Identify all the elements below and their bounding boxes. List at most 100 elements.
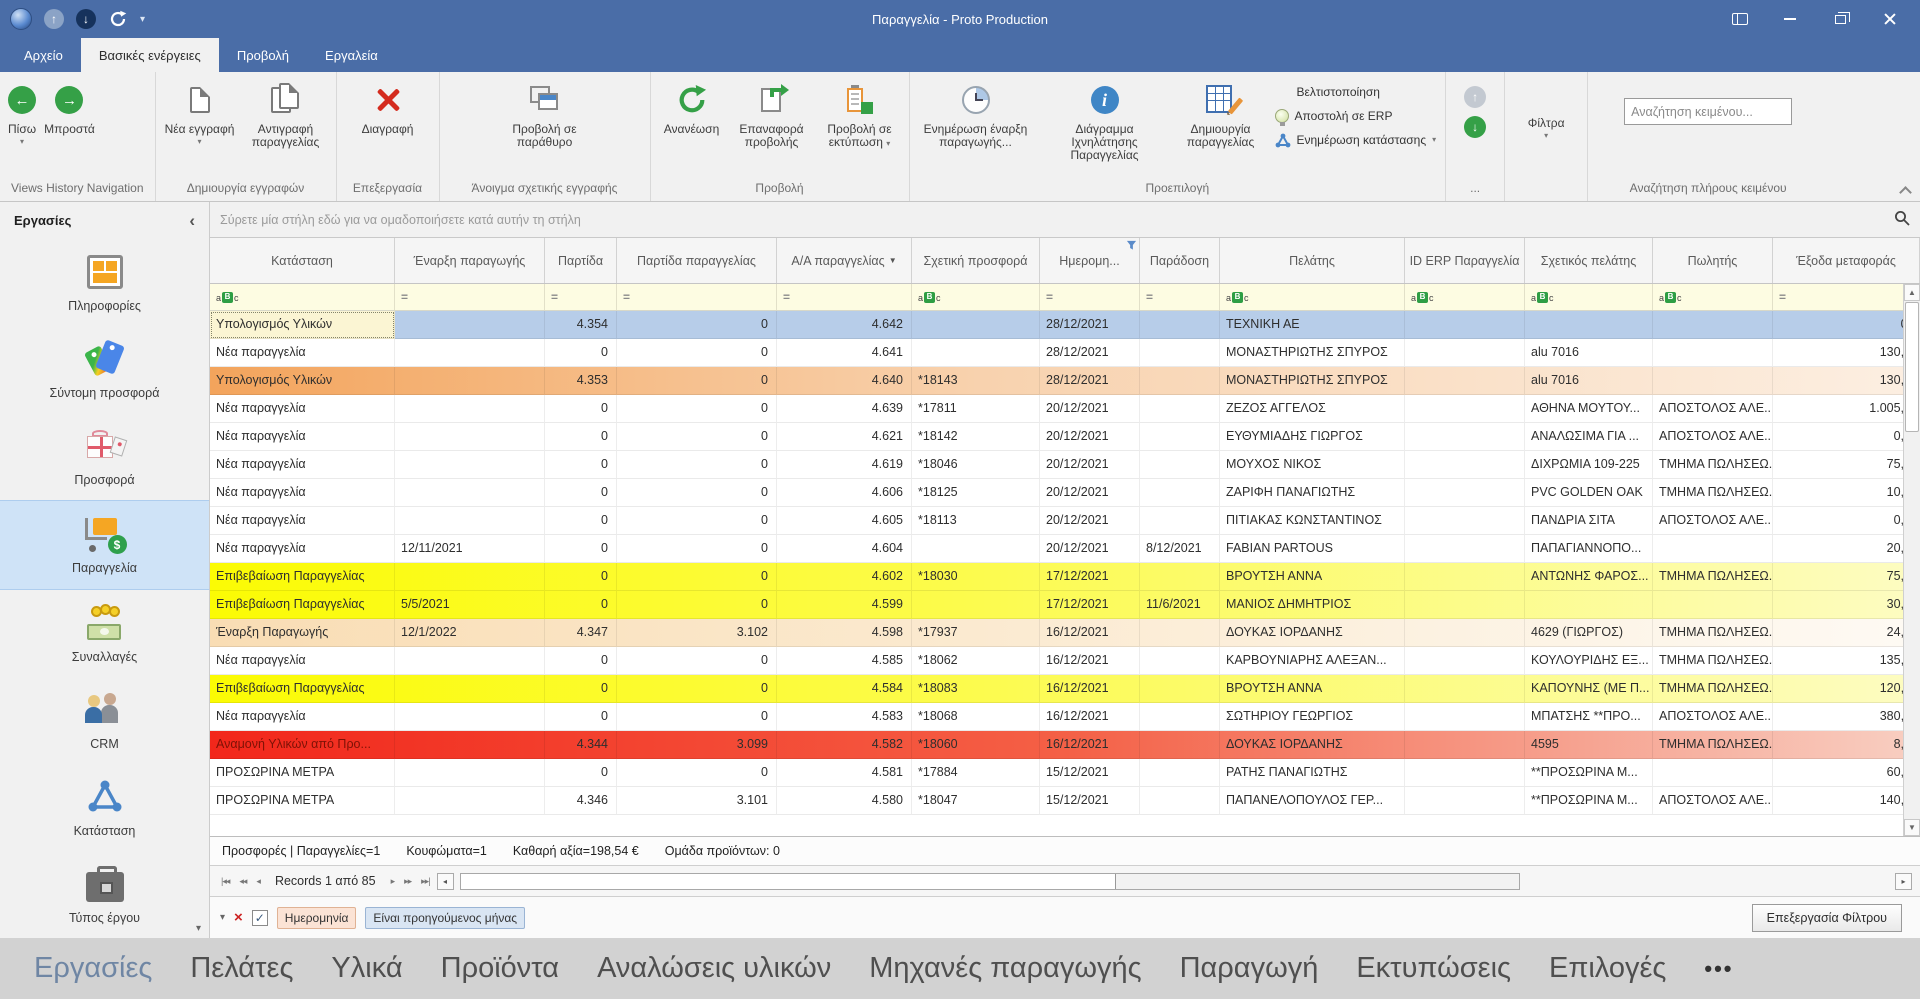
grid-cell[interactable]: ΜΟΝΑΣΤΗΡΙΩΤΗΣ ΣΠΥΡΟΣ [1220, 367, 1405, 395]
grid-cell[interactable] [912, 311, 1040, 339]
search-input[interactable] [1631, 105, 1792, 119]
grid-cell[interactable]: 12/11/2021 [395, 535, 545, 563]
grid-cell[interactable]: ΠΡΟΣΩΡΙΝΑ ΜΕΤΡΑ [210, 787, 395, 815]
grid-cell[interactable]: 15/12/2021 [1040, 759, 1140, 787]
grid-cell[interactable] [395, 339, 545, 367]
grid-cell[interactable]: 380,0 [1773, 703, 1920, 731]
back-button[interactable]: ← Πίσω ▾ [5, 80, 39, 148]
grid-cell[interactable]: *17811 [912, 395, 1040, 423]
grid-cell[interactable]: ΔΟΥΚΑΣ ΙΟΡΔΑΝΗΣ [1220, 731, 1405, 759]
grid-cell[interactable] [395, 703, 545, 731]
grid-cell[interactable] [1405, 591, 1525, 619]
refresh-view-button[interactable]: Ανανέωση [656, 80, 728, 138]
filter-funnel-icon[interactable] [1126, 240, 1137, 254]
grid-cell[interactable]: ΜΟΝΑΣΤΗΡΙΩΤΗΣ ΣΠΥΡΟΣ [1220, 339, 1405, 367]
grid-cell[interactable]: 3.101 [617, 787, 777, 815]
update-status-button[interactable]: Ενημέρωση κατάστασης ▾ [1275, 130, 1437, 150]
filter-cell[interactable]: aBc [1653, 284, 1773, 310]
grid-cell[interactable]: ΜΠΑΤΣΗΣ **ΠΡΟ... [1525, 703, 1653, 731]
grid-cell[interactable]: ΤΜΗΜΑ ΠΩΛΗΣΕΩ... [1653, 731, 1773, 759]
grid-cell[interactable] [1140, 619, 1220, 647]
table-row[interactable]: Νέα παραγγελία004.583*1806816/12/2021ΣΩΤ… [210, 703, 1920, 731]
hscroll-right-button[interactable]: ▸ [1895, 873, 1912, 890]
clear-filter-button[interactable]: × [234, 909, 243, 926]
grid-cell[interactable]: Νέα παραγγελία [210, 423, 395, 451]
grid-cell[interactable]: ΤΜΗΜΑ ΠΩΛΗΣΕΩ... [1653, 619, 1773, 647]
grid-cell[interactable]: 0 [617, 535, 777, 563]
grid-cell[interactable]: Νέα παραγγελία [210, 647, 395, 675]
grid-cell[interactable]: Επιβεβαίωση Παραγγελίας [210, 675, 395, 703]
table-row[interactable]: Επιβεβαίωση Παραγγελίας004.584*1808316/1… [210, 675, 1920, 703]
filter-cell[interactable]: = [545, 284, 617, 310]
filter-cell[interactable]: = [1140, 284, 1220, 310]
grid-cell[interactable]: 0 [545, 339, 617, 367]
grid-cell[interactable]: 20/12/2021 [1040, 479, 1140, 507]
grid-cell[interactable] [395, 423, 545, 451]
grid-cell[interactable]: 17/12/2021 [1040, 591, 1140, 619]
grid-cell[interactable]: 1.005,0 [1773, 395, 1920, 423]
first-record-button[interactable]: |◂◂ [218, 876, 232, 887]
grid-cell[interactable] [1140, 703, 1220, 731]
grid-cell[interactable] [395, 759, 545, 787]
filter-field-chip[interactable]: Ημερομηνία [277, 907, 357, 929]
grid-cell[interactable]: *18068 [912, 703, 1040, 731]
grid-cell[interactable]: 20/12/2021 [1040, 535, 1140, 563]
grid-cell[interactable] [1405, 619, 1525, 647]
grid-cell[interactable] [395, 479, 545, 507]
grid-cell[interactable]: 120,0 [1773, 675, 1920, 703]
table-row[interactable]: Νέα παραγγελία004.639*1781120/12/2021ΖΕΖ… [210, 395, 1920, 423]
grid-cell[interactable]: ΤΜΗΜΑ ΠΩΛΗΣΕΩ... [1653, 647, 1773, 675]
grid-cell[interactable]: 0 [545, 535, 617, 563]
grid-cell[interactable]: 10,0 [1773, 479, 1920, 507]
column-header[interactable]: ID ERP Παραγγελία [1405, 238, 1525, 283]
grid-cell[interactable]: ΤΜΗΜΑ ΠΩΛΗΣΕΩ... [1653, 479, 1773, 507]
column-header[interactable]: Έξοδα μεταφοράς [1773, 238, 1920, 283]
grid-cell[interactable]: *18142 [912, 423, 1040, 451]
tab-Αρχείο[interactable]: Αρχείο [6, 38, 81, 72]
grid-cell[interactable]: 75,0 [1773, 563, 1920, 591]
grid-cell[interactable]: Υπολογισμός Υλικών [210, 311, 395, 339]
grid-cell[interactable] [1140, 395, 1220, 423]
grid-cell[interactable]: 16/12/2021 [1040, 675, 1140, 703]
filter-condition-chip[interactable]: Είναι προηγούμενος μήνας [365, 907, 525, 929]
filters-button[interactable]: Φίλτρα ▾ [1525, 115, 1568, 142]
grid-cell[interactable]: ΑΘΗΝΑ ΜΟΥΤΟΥ... [1525, 395, 1653, 423]
table-row[interactable]: Έναρξη Παραγωγής12/1/20224.3473.1024.598… [210, 619, 1920, 647]
table-row[interactable]: Νέα παραγγελία004.64128/12/2021ΜΟΝΑΣΤΗΡΙ… [210, 339, 1920, 367]
column-header[interactable]: Παρτίδα παραγγελίας [617, 238, 777, 283]
scrollbar-thumb[interactable] [1905, 302, 1919, 432]
grid-cell[interactable]: ΔΟΥΚΑΣ ΙΟΡΔΑΝΗΣ [1220, 619, 1405, 647]
grid-cell[interactable]: 0 [545, 451, 617, 479]
print-preview-button[interactable]: Προβολή σε εκτύπωση ▾ [816, 80, 904, 151]
grid-cell[interactable] [1405, 675, 1525, 703]
column-header[interactable]: Έναρξη παραγωγής [395, 238, 545, 283]
sidebar-item-order[interactable]: $ Παραγγελία [0, 500, 209, 589]
grid-cell[interactable] [395, 563, 545, 591]
grid-cell[interactable]: *18113 [912, 507, 1040, 535]
grid-cell[interactable]: ΑΝΑΛΩΣΙΜΑ ΓΙΑ ... [1525, 423, 1653, 451]
grid-cell[interactable]: 0 [617, 367, 777, 395]
grid-cell[interactable]: 0,0 [1773, 507, 1920, 535]
grid-cell[interactable] [395, 367, 545, 395]
grid-cell[interactable]: 3.102 [617, 619, 777, 647]
table-row[interactable]: Επιβεβαίωση Παραγγελίας5/5/2021004.59917… [210, 591, 1920, 619]
grid-cell[interactable] [395, 507, 545, 535]
grid-cell[interactable]: ΣΩΤΗΡΙΟΥ ΓΕΩΡΓΙΟΣ [1220, 703, 1405, 731]
grid-cell[interactable]: 0 [617, 311, 777, 339]
grid-cell[interactable]: alu 7016 [1525, 339, 1653, 367]
sidebar-item-quick-offer[interactable]: Σύντομη προσφορά [0, 326, 209, 413]
grid-cell[interactable] [1405, 731, 1525, 759]
grid-cell[interactable] [395, 451, 545, 479]
grid-cell[interactable] [1140, 479, 1220, 507]
grid-cell[interactable]: 4.605 [777, 507, 912, 535]
grid-cell[interactable]: alu 7016 [1525, 367, 1653, 395]
grid-cell[interactable]: 0 [545, 479, 617, 507]
table-row[interactable]: Νέα παραγγελία004.621*1814220/12/2021ΕΥΘ… [210, 423, 1920, 451]
grid-cell[interactable]: *18125 [912, 479, 1040, 507]
grid-cell[interactable]: 0 [617, 703, 777, 731]
tab-Προβολή[interactable]: Προβολή [219, 38, 307, 72]
sidebar-item-information[interactable]: Πληροφορίες [0, 239, 209, 326]
grid-cell[interactable] [1653, 759, 1773, 787]
grid-cell[interactable]: 24,0 [1773, 619, 1920, 647]
reset-view-button[interactable]: Επαναφορά προβολής [730, 80, 814, 151]
